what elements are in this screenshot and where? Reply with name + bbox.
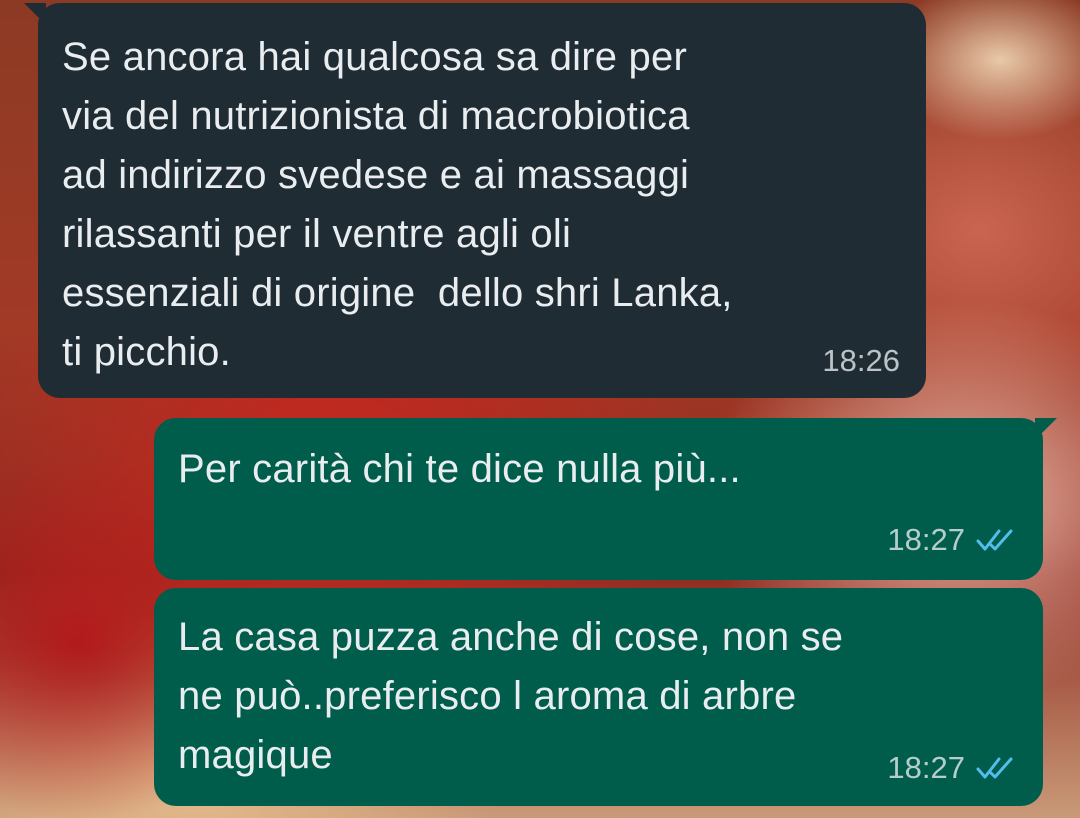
message-time: 18:27 <box>887 522 965 557</box>
message-time: 18:27 <box>887 750 965 785</box>
message-timestamp-row: 18:26 <box>822 343 900 379</box>
outgoing-message-bubble[interactable]: La casa puzza anche di cose, non se ne p… <box>154 588 1043 806</box>
incoming-message-bubble[interactable]: Se ancora hai qualcosa sa dire per via d… <box>24 3 926 398</box>
bubble-tail <box>1035 418 1057 440</box>
message-time: 18:26 <box>822 343 900 378</box>
bubble-tail <box>24 3 46 25</box>
message-timestamp-row: 18:27 <box>887 750 1019 786</box>
double-check-icon <box>976 529 1013 551</box>
message-text: Per carità chi te dice nulla più... <box>178 447 741 491</box>
message-text: Se ancora hai qualcosa sa dire per via d… <box>62 35 733 374</box>
outgoing-message-bubble[interactable]: Per carità chi te dice nulla più... 18:2… <box>154 418 1057 580</box>
message-timestamp-row: 18:27 <box>887 522 1019 558</box>
double-check-icon <box>976 757 1013 779</box>
